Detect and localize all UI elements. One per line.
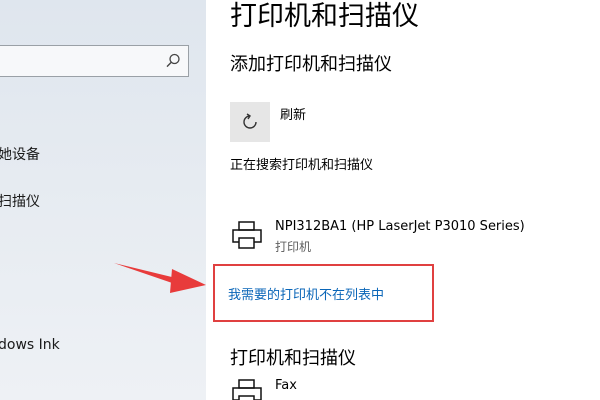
- fax-printer-name[interactable]: Fax: [275, 378, 297, 393]
- refresh-button[interactable]: [230, 102, 270, 142]
- printer-not-listed-link[interactable]: 我需要的打印机不在列表中: [228, 284, 384, 303]
- printer-icon[interactable]: [230, 218, 264, 252]
- sidebar-item-windows-ink[interactable]: dows Ink: [0, 337, 60, 353]
- arrow-annotation-icon: [114, 263, 206, 293]
- refresh-icon: [243, 113, 257, 129]
- found-printer-name[interactable]: NPI312BA1 (HP LaserJet P3010 Series): [275, 219, 525, 234]
- searching-status: 正在搜索打印机和扫描仪: [230, 158, 374, 173]
- add-section-title: 添加打印机和扫描仪: [230, 54, 392, 75]
- main-content: 打印机和扫描仪 添加打印机和扫描仪 刷新 正在搜索打印机和扫描仪 NPI312B…: [206, 0, 600, 400]
- fax-printer-icon[interactable]: [230, 376, 264, 400]
- page-title: 打印机和扫描仪: [230, 1, 419, 32]
- list-section-title: 打印机和扫描仪: [230, 348, 356, 369]
- found-printer-type: 打印机: [275, 240, 312, 254]
- sidebar-item-scanners[interactable]: 扫描仪: [0, 191, 40, 211]
- refresh-label[interactable]: 刷新: [280, 104, 306, 123]
- sidebar-item-other-devices[interactable]: 她设备: [0, 144, 40, 164]
- search-icon[interactable]: [164, 52, 182, 70]
- sidebar: 她设备 扫描仪 dows Ink: [0, 0, 206, 400]
- search-input[interactable]: [0, 45, 189, 77]
